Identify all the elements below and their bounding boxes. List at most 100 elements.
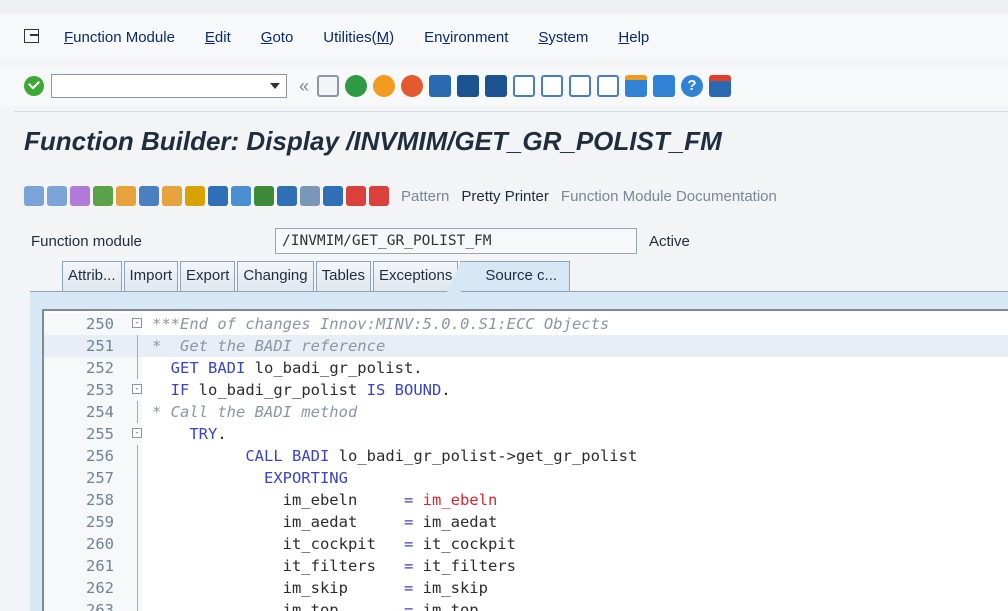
check-icon[interactable] — [139, 186, 159, 206]
line-number: 255 — [86, 425, 114, 443]
display-change-icon[interactable] — [93, 186, 113, 206]
tab-exceptions[interactable]: Exceptions — [372, 261, 459, 291]
pretty-printer-button[interactable]: Pretty Printer — [461, 188, 549, 205]
fold-toggle-icon[interactable]: - — [132, 428, 142, 438]
info-icon[interactable] — [323, 186, 343, 206]
function-module-field[interactable]: /INVMIM/GET_GR_POLIST_FM — [275, 228, 637, 254]
fold-guide — [137, 445, 138, 467]
menu-environment[interactable]: Environment — [424, 29, 508, 46]
fold-toggle-icon[interactable]: - — [132, 384, 142, 394]
tab-changing[interactable]: Changing — [237, 261, 314, 291]
line-number: 263 — [86, 601, 114, 611]
code-line[interactable]: 253 - IF lo_badi_gr_polist IS BOUND. — [44, 379, 1008, 401]
code-line[interactable]: 250 - ***End of changes Innov:MINV:5.0.0.S… — [44, 313, 1008, 335]
tab-source-code[interactable]: Source c... — [447, 261, 571, 292]
code-text: it_cockpit = it_cockpit — [152, 535, 516, 553]
create-shortcut-icon[interactable] — [653, 75, 676, 97]
print-icon[interactable] — [429, 75, 452, 97]
exit-icon[interactable] — [373, 75, 396, 97]
active-inactive-icon[interactable] — [116, 186, 136, 206]
divider — [14, 111, 1008, 112]
menu-utilities[interactable]: Utilities(M) — [323, 29, 394, 46]
function-module-label: Function module — [31, 232, 142, 250]
code-line[interactable]: 261 it_filters = it_filters — [44, 555, 1008, 577]
code-line[interactable]: 254 * Call the BADI method — [44, 401, 1008, 423]
command-field[interactable] — [51, 74, 287, 98]
fold-guide — [137, 467, 138, 489]
fold-guide — [137, 357, 138, 379]
customize-layout-icon[interactable] — [709, 75, 732, 97]
back-arrow-icon[interactable] — [24, 186, 44, 206]
help-icon[interactable]: ? — [681, 75, 704, 97]
code-text: * Get the BADI reference — [152, 337, 386, 355]
fold-toggle-icon[interactable]: - — [132, 318, 142, 328]
line-number: 253 — [86, 381, 114, 399]
code-line[interactable]: 252 GET BADI lo_badi_gr_polist. — [44, 357, 1008, 379]
tab-import[interactable]: Import — [123, 261, 179, 291]
previous-page-icon[interactable] — [541, 75, 564, 97]
code-line[interactable]: 262 im_skip = im_skip — [44, 577, 1008, 599]
code-line[interactable]: 251 * Get the BADI reference — [44, 335, 1008, 357]
back-chevrons[interactable]: « — [299, 76, 309, 97]
find-next-icon[interactable] — [485, 75, 508, 97]
code-line[interactable]: 258 im_ebeln = im_ebeln — [44, 489, 1008, 511]
hierarchy-icon[interactable] — [254, 186, 274, 206]
code-line[interactable]: 255 - TRY. — [44, 423, 1008, 445]
tab-attributes[interactable]: Attrib... — [62, 261, 122, 291]
code-text: TRY. — [189, 425, 227, 443]
title-bar: Function Builder: Display /INVMIM/GET_GR… — [24, 118, 1008, 164]
menu-help[interactable]: Help — [618, 29, 649, 46]
tab-tables[interactable]: Tables — [315, 261, 371, 291]
code-text: im_aedat = im_aedat — [152, 513, 498, 531]
menu-edit[interactable]: Edit — [205, 29, 231, 46]
menu-icon[interactable] — [24, 29, 42, 45]
line-number: 260 — [86, 535, 114, 553]
other-object-icon[interactable] — [70, 186, 90, 206]
code-text: im_top = im_top — [152, 601, 479, 611]
find-icon[interactable] — [457, 75, 480, 97]
cancel-icon[interactable] — [401, 75, 424, 97]
forward-arrow-icon[interactable] — [47, 186, 67, 206]
code-text: it_filters = it_filters — [152, 557, 516, 575]
menu-function-module[interactable]: Function Module — [64, 29, 175, 46]
first-page-icon[interactable] — [513, 75, 536, 97]
enter-check-icon[interactable] — [24, 76, 44, 96]
code-line[interactable]: 257 EXPORTING — [44, 467, 1008, 489]
fold-guide — [137, 555, 138, 577]
tab-export[interactable]: Export — [180, 261, 236, 291]
test-icon[interactable] — [185, 186, 205, 206]
code-line[interactable]: 263 im_top = im_top — [44, 599, 1008, 611]
function-module-row: Function module /INVMIM/GET_GR_POLIST_FM… — [0, 226, 1008, 256]
line-number: 251 — [86, 337, 114, 355]
pattern-button[interactable]: Pattern — [401, 188, 449, 205]
code-line[interactable]: 260 it_cockpit = it_cockpit — [44, 533, 1008, 555]
line-number: 250 — [86, 315, 114, 333]
new-session-icon[interactable] — [625, 75, 648, 97]
status-text: Active — [649, 232, 690, 250]
where-used-icon[interactable] — [208, 186, 228, 206]
next-page-icon[interactable] — [569, 75, 592, 97]
window-top-strip — [0, 0, 1008, 14]
object-list-icon[interactable] — [231, 186, 251, 206]
function-module-documentation-button[interactable]: Function Module Documentation — [561, 188, 777, 205]
code-editor[interactable]: 250- ***End of changes Innov:MINV:5.0.0.S… — [42, 309, 1008, 611]
tab-strip: Attrib... Import Export Changing Tables … — [30, 260, 1008, 292]
line-number: 258 — [86, 491, 114, 509]
chevron-down-icon[interactable] — [270, 83, 280, 89]
navigation-window-icon[interactable] — [277, 186, 297, 206]
layout-icon[interactable] — [300, 186, 320, 206]
menu-goto[interactable]: Goto — [261, 29, 294, 46]
back-icon[interactable] — [345, 75, 368, 97]
code-line[interactable]: 256 CALL BADI lo_badi_gr_polist->get_gr_… — [44, 445, 1008, 467]
save-icon[interactable] — [317, 75, 340, 97]
external-breakpoint-icon[interactable] — [369, 186, 389, 206]
fold-guide — [137, 599, 138, 611]
breakpoint-icon[interactable] — [346, 186, 366, 206]
code-text: * Call the BADI method — [152, 403, 358, 421]
activate-icon[interactable] — [162, 186, 182, 206]
code-line[interactable]: 259 im_aedat = im_aedat — [44, 511, 1008, 533]
last-page-icon[interactable] — [597, 75, 620, 97]
menu-system[interactable]: System — [538, 29, 588, 46]
fold-guide — [137, 511, 138, 533]
fold-guide — [137, 335, 138, 357]
